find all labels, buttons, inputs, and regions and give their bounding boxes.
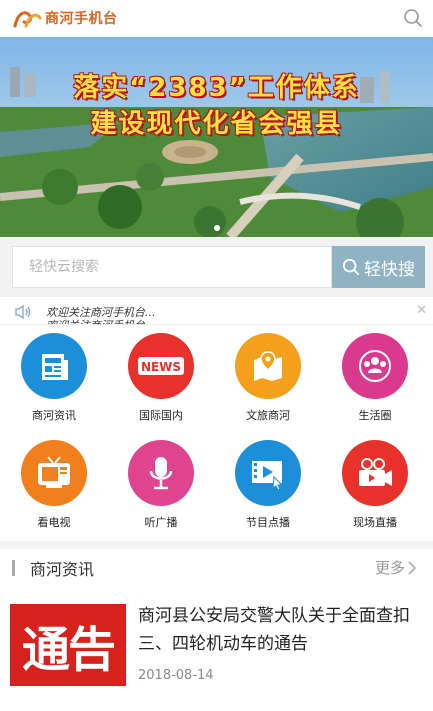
more-link[interactable]: 更多 <box>375 557 419 578</box>
carousel-indicator <box>0 225 433 231</box>
video-play-icon <box>235 440 301 506</box>
tv-icon <box>21 440 87 506</box>
chevron-right-icon <box>408 560 417 575</box>
menu-item-live[interactable]: 现场直播 <box>325 440 425 530</box>
more-label: 更多 <box>374 559 405 577</box>
thumbnail-text: 通告 <box>21 622 116 678</box>
search-icon <box>342 258 360 276</box>
menu-item-tv[interactable]: 看电视 <box>4 440 104 530</box>
news-title: 商河县公安局交警大队关于全面查扣三、四轮机动车的通告 <box>138 606 410 654</box>
notice-marquee[interactable]: 欢迎关注商河手机台... 欢迎关注商河手机台... ✕ <box>0 300 433 325</box>
people-circle-icon <box>342 333 408 399</box>
app-logo[interactable]: 商河手机台 <box>12 6 118 30</box>
section-divider <box>0 541 433 549</box>
menu-item-world[interactable]: NEWS 国际国内 <box>111 333 211 423</box>
banner-carousel[interactable]: 落实“2383”工作体系 建设现代化省会强县 <box>0 37 433 237</box>
logo-icon <box>13 11 42 28</box>
search-bar: 轻快搜 <box>0 237 433 297</box>
speaker-icon <box>15 304 31 320</box>
menu-item-label: 商河资讯 <box>32 409 76 422</box>
app-name: 商河手机台 <box>45 11 118 27</box>
menu-item-label: 生活圈 <box>358 409 392 422</box>
section-header: 商河资讯 更多 <box>0 552 433 584</box>
carousel-dot[interactable] <box>213 225 220 231</box>
microphone-icon <box>128 440 194 506</box>
menu-item-label: 文旅商河 <box>246 409 290 422</box>
close-icon[interactable]: ✕ <box>416 303 427 318</box>
menu-item-vod[interactable]: 节目点播 <box>218 440 318 530</box>
menu-item-tourism[interactable]: 文旅商河 <box>218 333 318 423</box>
menu-item-label: 节目点播 <box>246 516 290 529</box>
search-input[interactable] <box>12 246 332 288</box>
menu-item-news[interactable]: 商河资讯 <box>4 333 104 423</box>
menu-item-life[interactable]: 生活圈 <box>325 333 425 423</box>
search-button-label: 轻快搜 <box>364 259 415 280</box>
search-icon[interactable] <box>403 8 423 28</box>
menu-item-label: 看电视 <box>37 516 71 529</box>
svg-text:NEWS: NEWS <box>141 360 181 374</box>
menu-item-label: 现场直播 <box>353 516 397 529</box>
map-pin-icon <box>235 333 301 399</box>
section-title: 商河资讯 <box>30 560 95 579</box>
section-accent-bar <box>12 560 15 576</box>
search-button[interactable]: 轻快搜 <box>332 246 425 288</box>
news-date: 2018-08-14 <box>138 668 214 683</box>
newspaper-icon <box>21 333 87 399</box>
news-badge-icon: NEWS <box>128 333 194 399</box>
notice-text-scroll: 欢迎关注商河手机台... <box>46 317 156 324</box>
menu-item-label: 听广播 <box>144 516 178 529</box>
news-list-item[interactable]: 通告 商河县公安局交警大队关于全面查扣三、四轮机动车的通告 2018-08-14 <box>0 598 433 698</box>
banner-headline-1: 落实“2383”工作体系 <box>73 73 360 103</box>
menu-item-label: 国际国内 <box>139 409 183 422</box>
news-thumbnail: 通告 <box>8 602 128 688</box>
video-camera-icon <box>342 440 408 506</box>
banner-headline-2: 建设现代化省会强县 <box>90 109 343 139</box>
menu-item-radio[interactable]: 听广播 <box>111 440 211 530</box>
app-header: 商河手机台 <box>0 0 433 38</box>
